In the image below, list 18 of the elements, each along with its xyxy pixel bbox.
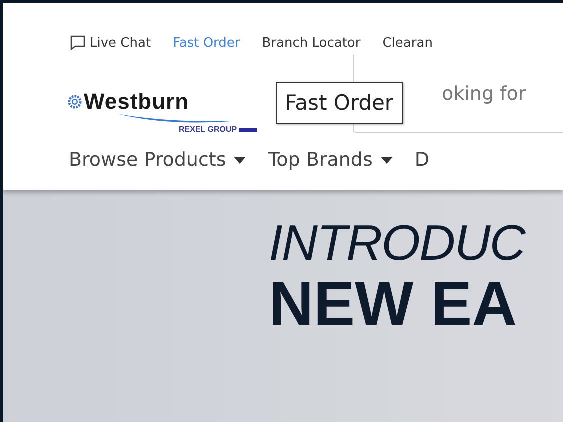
gear-icon (67, 94, 83, 110)
flag-bar-icon (239, 128, 258, 132)
nav-menu-item[interactable]: D (414, 145, 430, 175)
caret-icon (380, 156, 393, 164)
chat-icon (70, 35, 86, 51)
top-link[interactable]: Clearan (382, 31, 433, 55)
top-link[interactable]: Branch Locator (262, 31, 361, 55)
hero-heading: NEW EA (269, 270, 518, 340)
logo-wordmark: Westburn (84, 89, 190, 115)
caret-icon (234, 156, 246, 164)
hero-heading: INTRODUC (269, 216, 527, 270)
top-link[interactable]: Live Chat (70, 31, 152, 55)
nav-menu-item[interactable]: Browse Products (69, 145, 246, 175)
nav-menu-item[interactable]: Top Brands (268, 145, 393, 175)
tooltip: Fast Order (276, 82, 403, 124)
top-link[interactable]: Fast Order (173, 31, 240, 55)
company-logo[interactable]: Westburn REXEL GROUP (67, 91, 272, 134)
logo-subtitle: REXEL GROUP (179, 125, 238, 134)
